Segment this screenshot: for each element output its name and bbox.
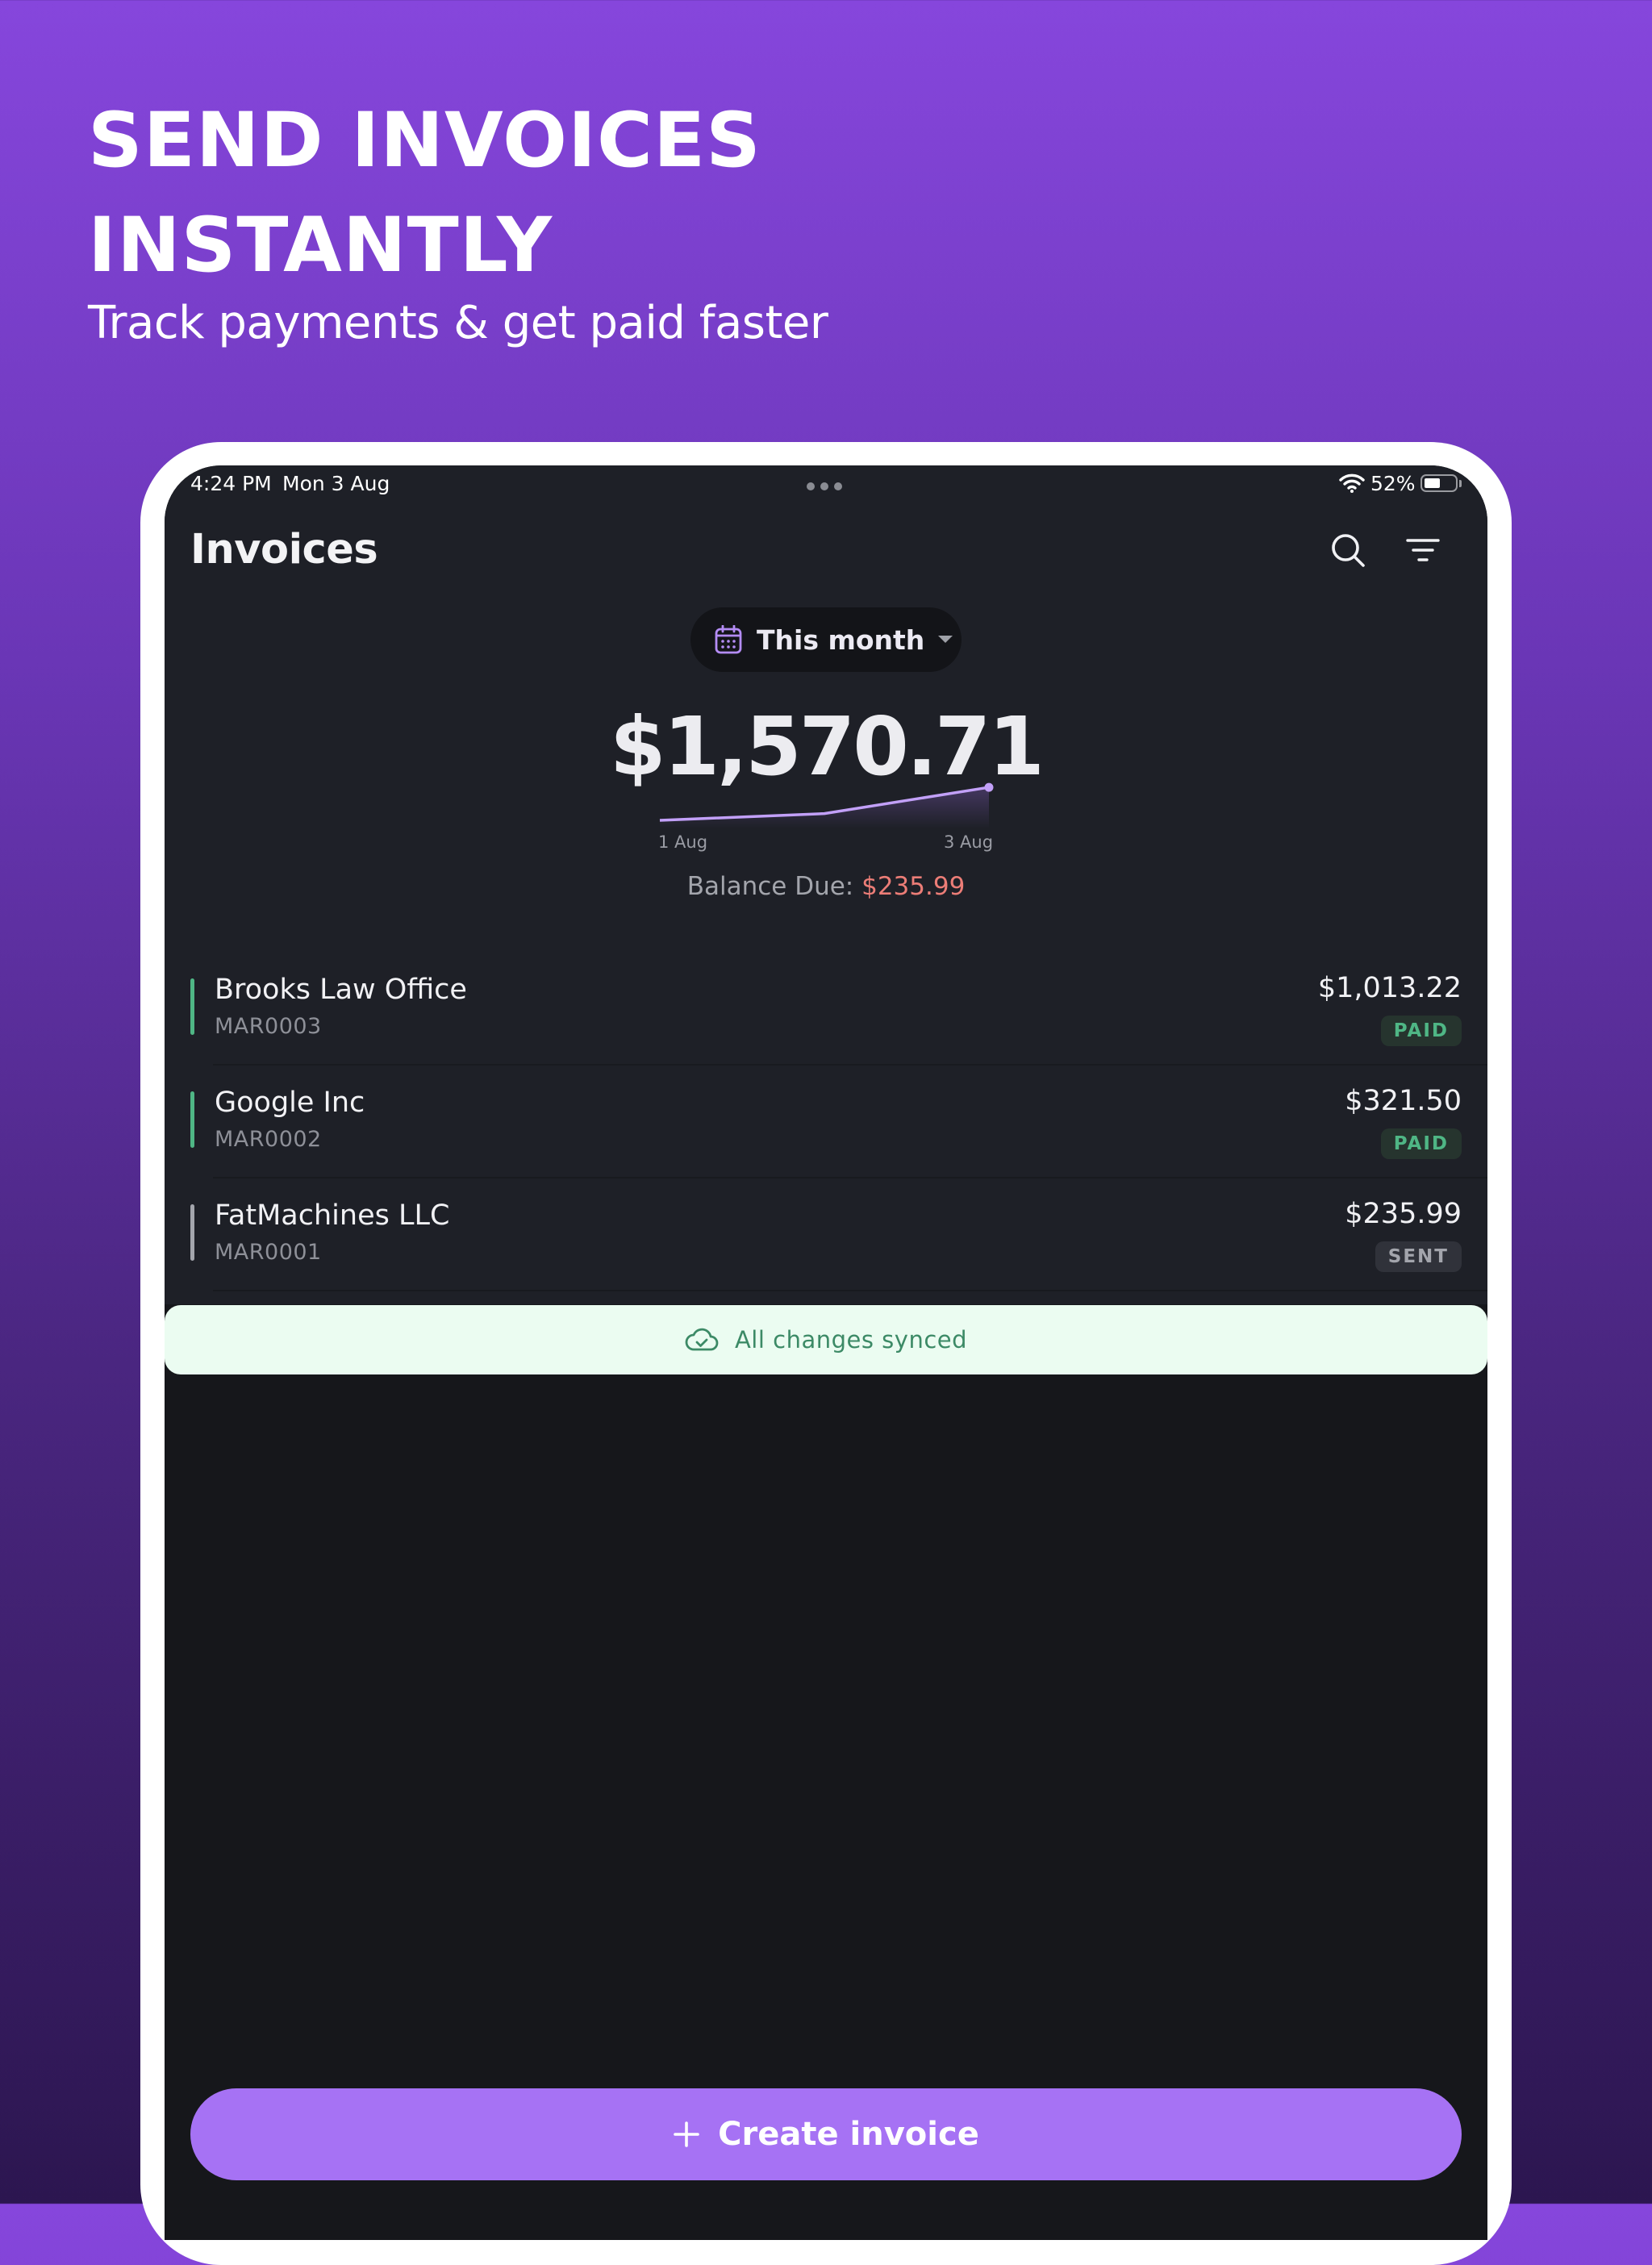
- balance-due: Balance Due: $235.99: [165, 872, 1487, 901]
- invoice-amount: $321.50: [1345, 1085, 1462, 1117]
- status-badge: PAID: [1380, 1128, 1462, 1159]
- invoice-row[interactable]: Google Inc MAR0002 $321.50 PAID: [165, 1066, 1487, 1178]
- create-invoice-label: Create invoice: [718, 2116, 979, 2153]
- invoice-amount: $235.99: [1345, 1198, 1462, 1230]
- status-badge: SENT: [1375, 1241, 1462, 1272]
- invoice-number: MAR0001: [215, 1240, 322, 1265]
- status-indicator: [190, 1091, 194, 1148]
- status-badge: PAID: [1380, 1016, 1462, 1046]
- client-name: FatMachines LLC: [215, 1199, 450, 1232]
- sync-banner: All changes synced: [165, 1305, 1487, 1374]
- period-selector[interactable]: This month: [690, 607, 962, 672]
- sparkline-chart: [659, 782, 994, 828]
- battery-cap: [1459, 480, 1462, 487]
- battery-percent: 52%: [1370, 472, 1416, 495]
- invoice-row[interactable]: Brooks Law Office MAR0003 $1,013.22 PAID: [165, 953, 1487, 1066]
- search-button[interactable]: [1326, 528, 1370, 572]
- status-indicator: [190, 978, 194, 1035]
- headline-line-1: SEND INVOICES: [88, 97, 761, 185]
- filter-button[interactable]: [1401, 528, 1445, 572]
- battery-icon: [1420, 474, 1458, 492]
- plus-icon: [674, 2121, 699, 2147]
- x-tick-label: 1 Aug: [658, 832, 708, 852]
- invoice-list: Brooks Law Office MAR0003 $1,013.22 PAID…: [165, 953, 1487, 1291]
- create-invoice-button[interactable]: Create invoice: [190, 2088, 1462, 2180]
- status-date: Mon 3 Aug: [282, 472, 390, 495]
- page-title: Invoices: [190, 526, 378, 574]
- sparkline-area: [660, 787, 989, 828]
- caret-down-icon: [938, 636, 953, 643]
- client-name: Brooks Law Office: [215, 974, 467, 1006]
- app-screen: 4:24 PM Mon 3 Aug 52% Invoices This mont…: [165, 465, 1487, 2240]
- multitasking-dots-icon[interactable]: [807, 482, 842, 490]
- sparkline-end-point: [984, 782, 994, 792]
- sync-status-text: All changes synced: [734, 1326, 968, 1354]
- client-name: Google Inc: [215, 1087, 365, 1119]
- filter-icon: [1406, 539, 1440, 561]
- search-icon: [1332, 534, 1365, 567]
- status-indicator: [190, 1204, 194, 1261]
- cloud-check-icon: [685, 1328, 719, 1351]
- promo-subheadline: Track payments & get paid faster: [88, 297, 828, 349]
- calendar-icon: [715, 625, 742, 654]
- balance-value: $235.99: [861, 872, 966, 901]
- invoice-number: MAR0003: [215, 1014, 322, 1039]
- promo-headline: SEND INVOICES INSTANTLY: [88, 89, 761, 298]
- status-time: 4:24 PM: [190, 472, 272, 495]
- invoice-number: MAR0002: [215, 1127, 322, 1152]
- invoice-amount: $1,013.22: [1317, 972, 1462, 1004]
- invoice-row[interactable]: FatMachines LLC MAR0001 $235.99 SENT: [165, 1178, 1487, 1291]
- headline-line-2: INSTANTLY: [88, 202, 553, 290]
- period-label: This month: [757, 624, 925, 656]
- wifi-icon: [1339, 473, 1365, 493]
- x-tick-label: 3 Aug: [944, 832, 994, 852]
- balance-label: Balance Due:: [686, 872, 854, 901]
